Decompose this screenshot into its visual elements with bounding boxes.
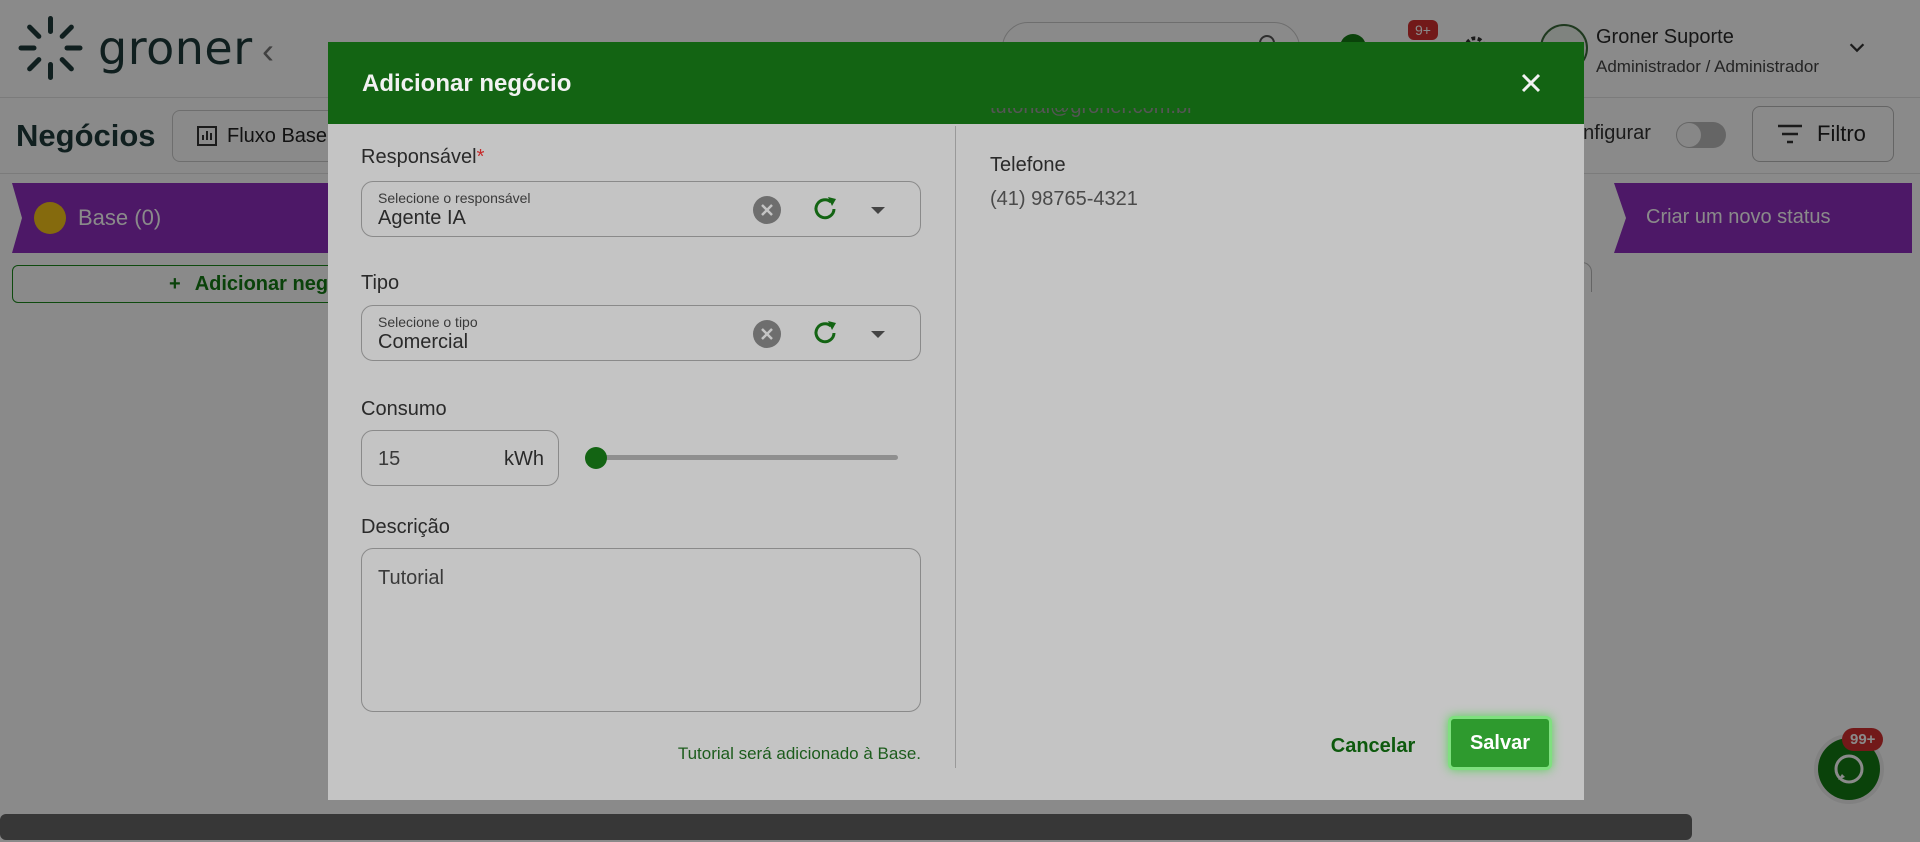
cancel-button[interactable]: Cancelar xyxy=(1318,726,1428,766)
chevron-down-icon[interactable] xyxy=(868,326,888,342)
responsavel-placeholder: Selecione o responsável xyxy=(378,190,531,206)
consumo-label: Consumo xyxy=(361,398,447,420)
phone-value: (41) 98765-4321 xyxy=(990,188,1138,210)
add-hint: Tutorial será adicionado à Base. xyxy=(677,744,921,763)
modal-header: Adicionar negócio xyxy=(328,42,1584,124)
consumo-slider-thumb[interactable] xyxy=(585,447,607,469)
required-mark: * xyxy=(476,146,485,168)
consumo-value: 15 xyxy=(378,448,401,470)
column-divider xyxy=(955,126,956,768)
refresh-icon[interactable] xyxy=(810,194,840,224)
consumo-slider-track[interactable] xyxy=(596,455,898,460)
clear-icon[interactable] xyxy=(752,319,782,349)
add-business-modal: Adicionar negócio Responsável* Selecione… xyxy=(328,42,1584,800)
tipo-label: Tipo xyxy=(361,272,400,294)
save-button[interactable]: Salvar xyxy=(1448,716,1552,770)
modal-title: Adicionar negócio xyxy=(362,70,572,97)
consumo-unit: kWh xyxy=(504,448,544,470)
responsavel-value: Agente IA xyxy=(378,207,466,229)
responsavel-select[interactable]: Selecione o responsável Agente IA xyxy=(361,181,921,237)
clear-icon[interactable] xyxy=(752,195,782,225)
consumo-input[interactable]: 15 kWh xyxy=(361,430,559,486)
tipo-select[interactable]: Selecione o tipo Comercial xyxy=(361,305,921,361)
descricao-textarea[interactable]: Tutorial xyxy=(361,548,921,712)
chevron-down-icon[interactable] xyxy=(868,202,888,218)
refresh-icon[interactable] xyxy=(810,318,840,348)
email-value: tutorial@groner.com.br xyxy=(990,108,1194,128)
responsavel-label: Responsável* xyxy=(361,146,485,168)
descricao-value: Tutorial xyxy=(378,567,444,589)
descricao-label: Descrição xyxy=(361,516,450,538)
close-icon[interactable] xyxy=(1514,66,1548,100)
tipo-placeholder: Selecione o tipo xyxy=(378,314,478,330)
phone-label: Telefone xyxy=(990,154,1066,176)
tipo-value: Comercial xyxy=(378,331,469,353)
